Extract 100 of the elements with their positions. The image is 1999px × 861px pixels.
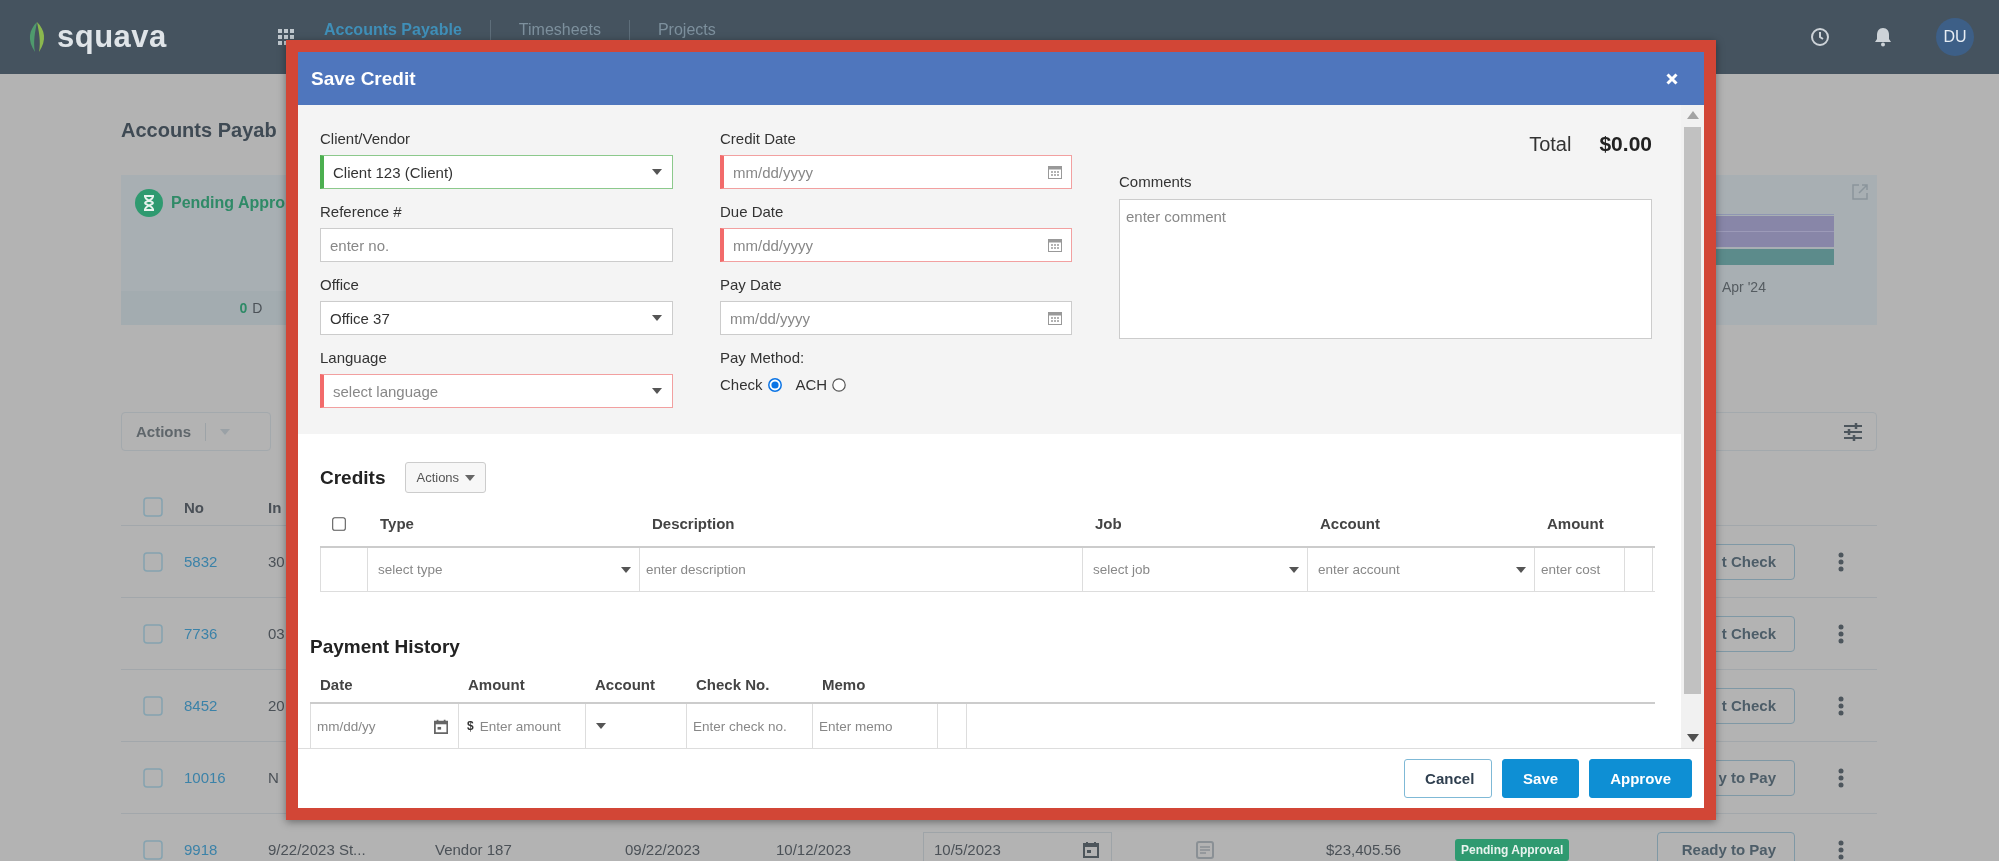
- caret-icon: [652, 388, 662, 394]
- user-avatar[interactable]: DU: [1936, 18, 1974, 56]
- select-field[interactable]: Client 123 (Client): [320, 155, 673, 189]
- table-cell: 20: [268, 697, 285, 714]
- column-header: Memo: [821, 675, 867, 693]
- select-field[interactable]: select language: [320, 374, 673, 408]
- checkbox[interactable]: [143, 695, 163, 716]
- primary-button[interactable]: Save: [1502, 759, 1580, 798]
- bell-icon[interactable]: [1874, 27, 1892, 47]
- more-icon[interactable]: [1838, 839, 1844, 860]
- column-header: Description: [651, 515, 736, 532]
- more-icon[interactable]: [1838, 551, 1844, 572]
- calendar-icon: [1083, 841, 1099, 858]
- radio[interactable]: [832, 377, 847, 392]
- caret-icon: [465, 474, 476, 481]
- input-field[interactable]: enter no.: [320, 228, 673, 262]
- section-title: Credits: [320, 466, 386, 489]
- axis-label: Apr '24: [1722, 279, 1767, 295]
- logo-text: squava: [57, 19, 167, 55]
- checkbox[interactable]: [143, 767, 163, 788]
- column-header: Check No.: [695, 675, 771, 693]
- invoice-link[interactable]: 5832: [184, 553, 268, 570]
- comments-field[interactable]: enter comment: [1119, 199, 1652, 339]
- invoice-link[interactable]: 9918: [184, 841, 268, 858]
- checkbox[interactable]: [143, 623, 163, 644]
- actions-button[interactable]: Actions: [121, 412, 271, 451]
- invoice-link[interactable]: 8452: [184, 697, 268, 714]
- table-cell: Vendor 187: [435, 841, 512, 858]
- date-field[interactable]: mm/dd/yyyy: [720, 228, 1072, 262]
- caret-icon: [596, 723, 606, 729]
- card-title: Pending Appro: [171, 193, 286, 213]
- radio[interactable]: [767, 377, 782, 392]
- calendar-icon: [1048, 311, 1062, 325]
- date-field[interactable]: 10/5/2023: [923, 831, 1112, 861]
- field-label: Due Date: [720, 202, 785, 222]
- page-title: Accounts Payab: [121, 118, 277, 142]
- select-field[interactable]: select job: [1083, 548, 1308, 591]
- table-cell: $23,405.56: [1326, 841, 1402, 858]
- more-icon[interactable]: [1838, 767, 1844, 788]
- field-label: Reference #: [320, 202, 403, 222]
- radio-option[interactable]: Check: [720, 376, 782, 393]
- caret-icon: [652, 315, 662, 321]
- arrow-down-icon[interactable]: [1686, 734, 1699, 742]
- caret-icon: [1516, 566, 1526, 573]
- column-header: Account: [594, 675, 656, 693]
- column-header: Account: [1319, 515, 1381, 532]
- table-cell: 9/22/2023 St...: [268, 841, 366, 858]
- total-label: Total: [1529, 132, 1572, 156]
- caret-icon: [220, 428, 230, 435]
- field-label: Pay Method:: [720, 348, 806, 368]
- count: 0: [239, 300, 248, 316]
- status-badge: Pending Approval: [1455, 838, 1570, 861]
- section-title: Payment History: [310, 636, 461, 658]
- field-label: Credit Date: [720, 129, 797, 149]
- column-header: Job: [1094, 515, 1123, 532]
- invoice-link[interactable]: 7736: [184, 625, 268, 642]
- calendar-icon: [433, 717, 448, 735]
- column-header: Amount: [1546, 515, 1605, 532]
- scrollbar[interactable]: [1681, 105, 1704, 748]
- nav-tab[interactable]: Projects: [657, 20, 744, 40]
- count-label: D: [252, 300, 263, 316]
- caret-icon: [621, 566, 631, 573]
- date-field[interactable]: mm/dd/yyyy: [720, 301, 1072, 335]
- checkbox[interactable]: [143, 551, 163, 572]
- clock-icon[interactable]: [1810, 27, 1830, 47]
- table-cell: N: [268, 769, 279, 786]
- calendar-icon: [1048, 165, 1062, 179]
- close-icon: [1666, 72, 1678, 85]
- radio-option[interactable]: ACH: [795, 376, 847, 393]
- cancel-button[interactable]: Cancel: [1404, 759, 1493, 798]
- date-field[interactable]: mm/dd/yyyy: [720, 155, 1072, 189]
- calendar-icon: [1048, 238, 1062, 252]
- checkbox[interactable]: [143, 839, 163, 860]
- field-label: Client/Vendor: [320, 129, 412, 149]
- column-header: In: [268, 498, 282, 516]
- table-cell: 09/22/2023: [625, 841, 701, 858]
- action-button[interactable]: Ready to Pay: [1657, 831, 1795, 861]
- primary-button[interactable]: Approve: [1589, 759, 1692, 798]
- invoice-link[interactable]: 10016: [184, 769, 268, 786]
- dialog-title: Save Credit: [311, 67, 416, 90]
- table-cell: 30: [268, 553, 285, 570]
- actions-button[interactable]: Actions: [405, 462, 487, 493]
- more-icon[interactable]: [1838, 695, 1844, 716]
- column-header: No: [184, 498, 204, 516]
- currency-symbol: $: [467, 719, 474, 733]
- checkbox[interactable]: [332, 516, 346, 531]
- hourglass-icon: [135, 189, 163, 217]
- select-field[interactable]: Office 37: [320, 301, 673, 335]
- field-label: Office: [320, 275, 360, 295]
- arrow-up-icon[interactable]: [1686, 111, 1699, 119]
- field-label: Comments: [1119, 172, 1193, 192]
- field-label: Language: [320, 348, 388, 368]
- field-label: Pay Date: [720, 275, 783, 295]
- total-value: $0.00: [1599, 132, 1652, 156]
- table-cell: 10/12/2023: [776, 841, 852, 858]
- table-cell: 03: [268, 625, 285, 642]
- more-icon[interactable]: [1838, 623, 1844, 644]
- sliders-icon[interactable]: [1843, 422, 1863, 441]
- column-header: Date: [319, 675, 354, 693]
- checkbox[interactable]: [143, 497, 163, 517]
